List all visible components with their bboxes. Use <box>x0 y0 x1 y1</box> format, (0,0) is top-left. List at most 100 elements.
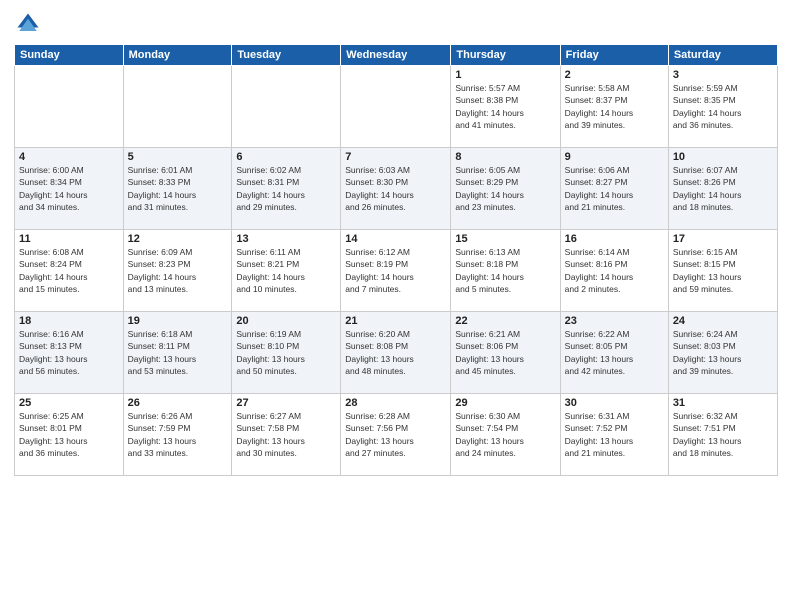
calendar-cell: 28Sunrise: 6:28 AM Sunset: 7:56 PM Dayli… <box>341 394 451 476</box>
weekday-header-tuesday: Tuesday <box>232 45 341 66</box>
day-detail: Sunrise: 6:28 AM Sunset: 7:56 PM Dayligh… <box>345 410 446 459</box>
day-detail: Sunrise: 6:06 AM Sunset: 8:27 PM Dayligh… <box>565 164 664 213</box>
calendar-cell: 1Sunrise: 5:57 AM Sunset: 8:38 PM Daylig… <box>451 66 560 148</box>
day-detail: Sunrise: 6:16 AM Sunset: 8:13 PM Dayligh… <box>19 328 119 377</box>
day-detail: Sunrise: 6:15 AM Sunset: 8:15 PM Dayligh… <box>673 246 773 295</box>
day-detail: Sunrise: 6:03 AM Sunset: 8:30 PM Dayligh… <box>345 164 446 213</box>
day-number: 18 <box>19 315 119 327</box>
calendar-week-3: 11Sunrise: 6:08 AM Sunset: 8:24 PM Dayli… <box>15 230 778 312</box>
day-number: 27 <box>236 397 336 409</box>
calendar-cell: 26Sunrise: 6:26 AM Sunset: 7:59 PM Dayli… <box>123 394 232 476</box>
day-number: 14 <box>345 233 446 245</box>
calendar-week-1: 1Sunrise: 5:57 AM Sunset: 8:38 PM Daylig… <box>15 66 778 148</box>
calendar-cell: 23Sunrise: 6:22 AM Sunset: 8:05 PM Dayli… <box>560 312 668 394</box>
calendar-cell: 2Sunrise: 5:58 AM Sunset: 8:37 PM Daylig… <box>560 66 668 148</box>
day-number: 1 <box>455 69 555 81</box>
logo-icon <box>14 10 42 38</box>
calendar-cell: 19Sunrise: 6:18 AM Sunset: 8:11 PM Dayli… <box>123 312 232 394</box>
day-number: 5 <box>128 151 228 163</box>
header <box>14 10 778 38</box>
day-number: 10 <box>673 151 773 163</box>
calendar-cell: 6Sunrise: 6:02 AM Sunset: 8:31 PM Daylig… <box>232 148 341 230</box>
day-detail: Sunrise: 6:19 AM Sunset: 8:10 PM Dayligh… <box>236 328 336 377</box>
calendar-cell: 12Sunrise: 6:09 AM Sunset: 8:23 PM Dayli… <box>123 230 232 312</box>
weekday-header-monday: Monday <box>123 45 232 66</box>
day-number: 13 <box>236 233 336 245</box>
day-detail: Sunrise: 6:12 AM Sunset: 8:19 PM Dayligh… <box>345 246 446 295</box>
day-number: 22 <box>455 315 555 327</box>
day-number: 23 <box>565 315 664 327</box>
day-detail: Sunrise: 6:26 AM Sunset: 7:59 PM Dayligh… <box>128 410 228 459</box>
calendar-cell: 29Sunrise: 6:30 AM Sunset: 7:54 PM Dayli… <box>451 394 560 476</box>
day-number: 24 <box>673 315 773 327</box>
calendar-header-row: SundayMondayTuesdayWednesdayThursdayFrid… <box>15 45 778 66</box>
day-detail: Sunrise: 6:14 AM Sunset: 8:16 PM Dayligh… <box>565 246 664 295</box>
day-detail: Sunrise: 6:08 AM Sunset: 8:24 PM Dayligh… <box>19 246 119 295</box>
day-detail: Sunrise: 6:00 AM Sunset: 8:34 PM Dayligh… <box>19 164 119 213</box>
day-detail: Sunrise: 6:07 AM Sunset: 8:26 PM Dayligh… <box>673 164 773 213</box>
calendar-week-4: 18Sunrise: 6:16 AM Sunset: 8:13 PM Dayli… <box>15 312 778 394</box>
calendar-cell: 17Sunrise: 6:15 AM Sunset: 8:15 PM Dayli… <box>668 230 777 312</box>
day-number: 2 <box>565 69 664 81</box>
day-number: 4 <box>19 151 119 163</box>
calendar-table: SundayMondayTuesdayWednesdayThursdayFrid… <box>14 44 778 476</box>
day-detail: Sunrise: 6:25 AM Sunset: 8:01 PM Dayligh… <box>19 410 119 459</box>
calendar-cell: 27Sunrise: 6:27 AM Sunset: 7:58 PM Dayli… <box>232 394 341 476</box>
day-detail: Sunrise: 6:02 AM Sunset: 8:31 PM Dayligh… <box>236 164 336 213</box>
calendar-cell: 8Sunrise: 6:05 AM Sunset: 8:29 PM Daylig… <box>451 148 560 230</box>
day-number: 25 <box>19 397 119 409</box>
calendar-cell: 5Sunrise: 6:01 AM Sunset: 8:33 PM Daylig… <box>123 148 232 230</box>
page: SundayMondayTuesdayWednesdayThursdayFrid… <box>0 0 792 612</box>
weekday-header-sunday: Sunday <box>15 45 124 66</box>
day-detail: Sunrise: 6:30 AM Sunset: 7:54 PM Dayligh… <box>455 410 555 459</box>
calendar-cell <box>15 66 124 148</box>
day-number: 20 <box>236 315 336 327</box>
day-number: 9 <box>565 151 664 163</box>
day-number: 30 <box>565 397 664 409</box>
day-detail: Sunrise: 6:31 AM Sunset: 7:52 PM Dayligh… <box>565 410 664 459</box>
calendar-cell <box>123 66 232 148</box>
day-detail: Sunrise: 6:22 AM Sunset: 8:05 PM Dayligh… <box>565 328 664 377</box>
calendar-cell: 30Sunrise: 6:31 AM Sunset: 7:52 PM Dayli… <box>560 394 668 476</box>
weekday-header-thursday: Thursday <box>451 45 560 66</box>
day-detail: Sunrise: 6:11 AM Sunset: 8:21 PM Dayligh… <box>236 246 336 295</box>
day-detail: Sunrise: 6:01 AM Sunset: 8:33 PM Dayligh… <box>128 164 228 213</box>
calendar-cell: 31Sunrise: 6:32 AM Sunset: 7:51 PM Dayli… <box>668 394 777 476</box>
calendar-cell: 20Sunrise: 6:19 AM Sunset: 8:10 PM Dayli… <box>232 312 341 394</box>
day-detail: Sunrise: 5:57 AM Sunset: 8:38 PM Dayligh… <box>455 82 555 131</box>
day-number: 21 <box>345 315 446 327</box>
day-number: 6 <box>236 151 336 163</box>
weekday-header-wednesday: Wednesday <box>341 45 451 66</box>
day-number: 11 <box>19 233 119 245</box>
day-number: 3 <box>673 69 773 81</box>
calendar-cell: 15Sunrise: 6:13 AM Sunset: 8:18 PM Dayli… <box>451 230 560 312</box>
day-number: 17 <box>673 233 773 245</box>
calendar-cell: 21Sunrise: 6:20 AM Sunset: 8:08 PM Dayli… <box>341 312 451 394</box>
calendar-week-5: 25Sunrise: 6:25 AM Sunset: 8:01 PM Dayli… <box>15 394 778 476</box>
weekday-header-friday: Friday <box>560 45 668 66</box>
day-detail: Sunrise: 6:21 AM Sunset: 8:06 PM Dayligh… <box>455 328 555 377</box>
calendar-cell: 10Sunrise: 6:07 AM Sunset: 8:26 PM Dayli… <box>668 148 777 230</box>
calendar-cell <box>341 66 451 148</box>
calendar-cell: 22Sunrise: 6:21 AM Sunset: 8:06 PM Dayli… <box>451 312 560 394</box>
day-detail: Sunrise: 6:13 AM Sunset: 8:18 PM Dayligh… <box>455 246 555 295</box>
calendar-cell: 9Sunrise: 6:06 AM Sunset: 8:27 PM Daylig… <box>560 148 668 230</box>
calendar-cell: 3Sunrise: 5:59 AM Sunset: 8:35 PM Daylig… <box>668 66 777 148</box>
calendar-cell: 16Sunrise: 6:14 AM Sunset: 8:16 PM Dayli… <box>560 230 668 312</box>
calendar-cell: 7Sunrise: 6:03 AM Sunset: 8:30 PM Daylig… <box>341 148 451 230</box>
logo <box>14 10 46 38</box>
day-number: 7 <box>345 151 446 163</box>
day-detail: Sunrise: 6:18 AM Sunset: 8:11 PM Dayligh… <box>128 328 228 377</box>
day-detail: Sunrise: 5:59 AM Sunset: 8:35 PM Dayligh… <box>673 82 773 131</box>
weekday-header-saturday: Saturday <box>668 45 777 66</box>
calendar-cell: 13Sunrise: 6:11 AM Sunset: 8:21 PM Dayli… <box>232 230 341 312</box>
day-number: 19 <box>128 315 228 327</box>
calendar-cell: 11Sunrise: 6:08 AM Sunset: 8:24 PM Dayli… <box>15 230 124 312</box>
calendar-cell: 24Sunrise: 6:24 AM Sunset: 8:03 PM Dayli… <box>668 312 777 394</box>
day-detail: Sunrise: 5:58 AM Sunset: 8:37 PM Dayligh… <box>565 82 664 131</box>
day-number: 12 <box>128 233 228 245</box>
day-detail: Sunrise: 6:20 AM Sunset: 8:08 PM Dayligh… <box>345 328 446 377</box>
calendar-cell: 14Sunrise: 6:12 AM Sunset: 8:19 PM Dayli… <box>341 230 451 312</box>
day-detail: Sunrise: 6:09 AM Sunset: 8:23 PM Dayligh… <box>128 246 228 295</box>
day-detail: Sunrise: 6:05 AM Sunset: 8:29 PM Dayligh… <box>455 164 555 213</box>
